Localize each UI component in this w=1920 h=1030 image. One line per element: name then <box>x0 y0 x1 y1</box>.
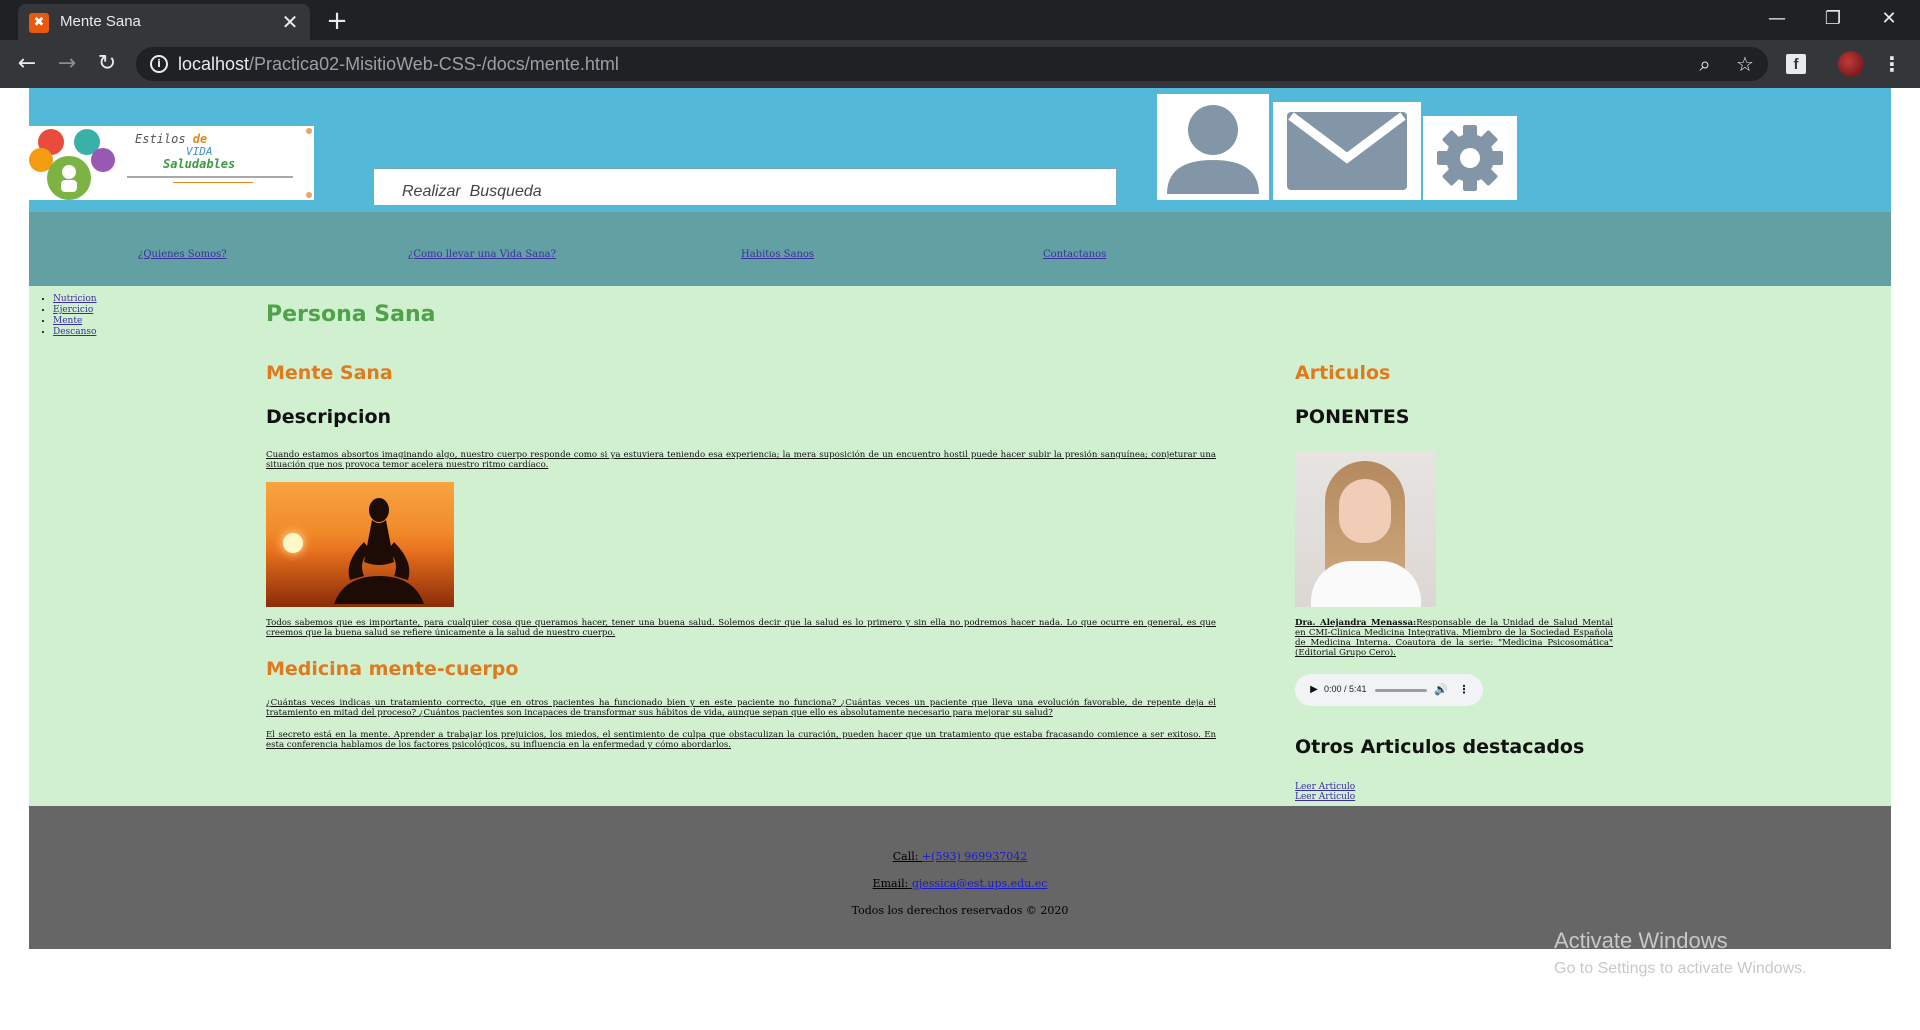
paragraph-secreto: El secreto está en la mente. Aprender a … <box>266 730 1216 750</box>
facebook-extension-icon[interactable]: f <box>1786 54 1806 74</box>
mail-icon[interactable] <box>1273 102 1421 200</box>
page-viewport: Estilos de VIDA Saludables Realizar Busq… <box>0 88 1920 1030</box>
site-header: Estilos de VIDA Saludables <box>29 88 1891 212</box>
logo-corner-dot <box>306 192 312 198</box>
site-logo[interactable]: Estilos de VIDA Saludables <box>29 126 314 200</box>
ponente-portrait-image <box>1295 451 1436 607</box>
tab-close-icon[interactable]: ✕ <box>278 10 302 34</box>
restore-window-icon[interactable]: ❐ <box>1808 4 1858 34</box>
footer-copyright: Todos los derechos reservados © 2020 <box>851 904 1069 917</box>
logo-text-saludables: Saludables <box>163 157 236 171</box>
ponentes-heading: PONENTES <box>1295 406 1410 428</box>
sidebar-item-nutricion: Nutricion <box>53 294 97 305</box>
activate-windows-title: Activate Windows <box>1554 928 1728 953</box>
audio-time: 0:00 / 5:41 <box>1324 684 1367 694</box>
sidebar-link-ejercicio[interactable]: Ejercicio <box>53 305 93 315</box>
back-arrow-icon[interactable]: ← <box>12 49 42 79</box>
email-label: Email: <box>872 877 912 890</box>
footer-email: Email: gjessica@est.ups.edu.ec <box>29 877 1891 890</box>
read-article-link[interactable]: Leer Articulo <box>1295 782 1355 792</box>
sidebar-link-nutricion[interactable]: Nutricion <box>53 294 97 304</box>
nav-link-habitos-sanos[interactable]: Habitos Sanos <box>741 249 814 260</box>
sidebar-menu: Nutricion Ejercicio Mente Descanso <box>41 294 97 338</box>
profile-avatar[interactable] <box>1838 51 1864 77</box>
audio-progress-slider[interactable] <box>1375 689 1427 692</box>
gear-icon[interactable] <box>1423 116 1517 200</box>
logo-divider <box>127 176 293 178</box>
ponente-bio: Dra. Alejandra Menassa:Responsable de la… <box>1295 618 1613 658</box>
phone-link[interactable]: +(593) 969937042 <box>922 850 1027 863</box>
logo-corner-dot <box>306 128 312 134</box>
nav-link-quienes-somos[interactable]: ¿Quienes Somos? <box>138 249 227 260</box>
ponente-name: Dra. Alejandra Menassa: <box>1295 618 1417 628</box>
xampp-favicon-icon: ✖ <box>29 13 49 33</box>
url-host: localhost <box>178 54 250 74</box>
sun-shape <box>283 533 303 553</box>
read-article-link[interactable]: Leer Articulo <box>1295 792 1355 802</box>
portrait-face <box>1339 479 1391 543</box>
address-url[interactable]: localhost/Practica02-MisitioWeb-CSS-/doc… <box>178 54 619 75</box>
reload-icon[interactable]: ↻ <box>92 49 122 79</box>
nav-link-contactanos[interactable]: Contactanos <box>1043 249 1106 260</box>
sidebar-item-mente: Mente <box>53 316 97 327</box>
footer-call: Call: +(593) 969937042 <box>29 850 1891 863</box>
paragraph-salud: Todos sabemos que es importante, para cu… <box>266 618 1216 638</box>
call-label: Call: <box>892 850 922 863</box>
sidebar-link-descanso[interactable]: Descanso <box>53 327 96 337</box>
zoom-icon[interactable]: ⌕ <box>1692 51 1718 77</box>
section-title-medicina: Medicina mente-cuerpo <box>266 658 519 680</box>
section-title-mente-sana: Mente Sana <box>266 362 393 384</box>
new-tab-button[interactable]: + <box>322 6 352 36</box>
bookmark-star-icon[interactable]: ☆ <box>1732 51 1758 77</box>
aside-title-articulos: Articulos <box>1295 362 1391 384</box>
url-path: /Practica02-MisitioWeb-CSS-/docs/mente.h… <box>249 54 619 74</box>
more-options-icon[interactable]: ⋮ <box>1457 682 1471 698</box>
browser-menu-icon[interactable]: ⋮ <box>1880 50 1904 78</box>
close-window-icon[interactable]: ✕ <box>1864 4 1914 34</box>
paragraph-tratamiento: ¿Cuántas veces indicas un tratamiento co… <box>266 698 1216 718</box>
main-nav: ¿Quienes Somos? ¿Como llevar una Vida Sa… <box>29 212 1891 286</box>
paragraph-intro: Cuando estamos absortos imaginando algo,… <box>266 450 1216 470</box>
nav-link-vida-sana[interactable]: ¿Como llevar una Vida Sana? <box>408 249 556 260</box>
activate-windows-subtitle: Go to Settings to activate Windows. <box>1554 960 1807 977</box>
sidebar-item-descanso: Descanso <box>53 327 97 338</box>
audio-player[interactable]: ▶ 0:00 / 5:41 🔊 ⋮ <box>1295 674 1483 706</box>
sidebar-link-mente[interactable]: Mente <box>53 316 82 326</box>
volume-icon[interactable]: 🔊 <box>1433 682 1449 698</box>
page-title: Persona Sana <box>266 302 436 327</box>
minimize-window-icon[interactable]: — <box>1752 4 1802 34</box>
logo-divider-accent <box>173 182 253 183</box>
site-info-icon[interactable]: i <box>150 55 168 73</box>
forward-arrow-icon[interactable]: → <box>52 49 82 79</box>
otros-articulos-heading: Otros Articulos destacados <box>1295 736 1585 758</box>
browser-tab-active[interactable]: ✖ Mente Sana ✕ <box>18 4 310 40</box>
tab-title: Mente Sana <box>60 13 141 30</box>
meditating-silhouette-icon <box>334 498 424 604</box>
main-content: Nutricion Ejercicio Mente Descanso Perso… <box>29 286 1891 806</box>
portrait-shirt <box>1311 561 1421 607</box>
search-box[interactable] <box>373 168 1117 206</box>
email-link[interactable]: gjessica@est.ups.edu.ec <box>912 877 1048 890</box>
play-icon[interactable]: ▶ <box>1307 683 1321 697</box>
browser-tab-strip: ✖ Mente Sana ✕ + — ❐ ✕ <box>0 0 1920 40</box>
logo-emblem-icon <box>29 129 115 200</box>
meditation-sunset-image <box>266 482 454 607</box>
address-bar[interactable]: i localhost/Practica02-MisitioWeb-CSS-/d… <box>136 47 1768 81</box>
browser-toolbar: ← → ↻ i localhost/Practica02-MisitioWeb-… <box>0 40 1920 88</box>
search-input[interactable] <box>402 182 1102 202</box>
user-icon[interactable] <box>1157 94 1269 200</box>
description-heading: Descripcion <box>266 406 392 428</box>
logo-text-estilos: Estilos de <box>135 132 208 146</box>
sidebar-item-ejercicio: Ejercicio <box>53 305 97 316</box>
